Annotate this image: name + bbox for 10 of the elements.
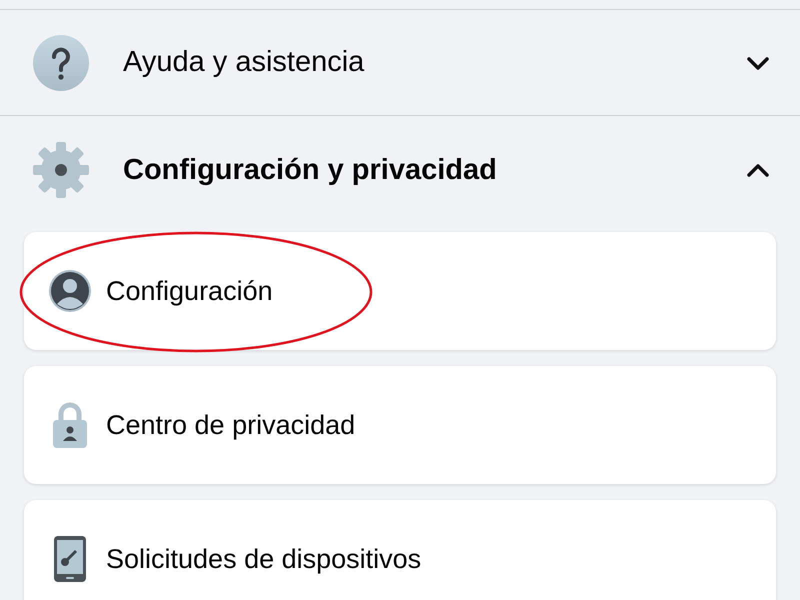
profile-icon (48, 269, 92, 313)
chevron-down-icon (746, 54, 770, 70)
lock-icon (51, 401, 89, 449)
section-row[interactable]: Ayuda y asistencia (0, 10, 800, 116)
section-row[interactable]: Configuración y privacidad (0, 116, 800, 224)
menu-card[interactable]: Solicitudes de dispositivos (24, 500, 776, 600)
question-mark-icon (32, 34, 90, 92)
chevron-up-icon (746, 162, 770, 178)
gear-icon (32, 141, 90, 199)
menu-card[interactable]: Centro de privacidad (24, 366, 776, 484)
